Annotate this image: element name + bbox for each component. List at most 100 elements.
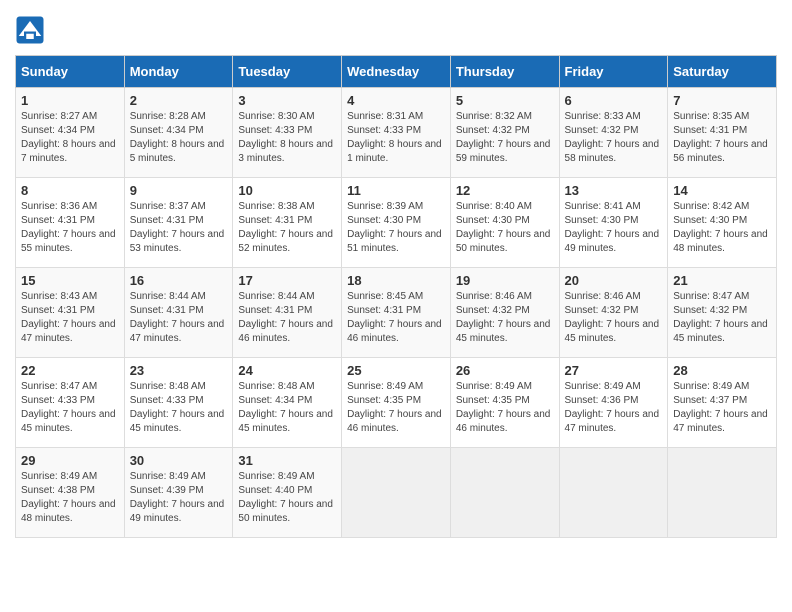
calendar-cell: 5 Sunrise: 8:32 AMSunset: 4:32 PMDayligh… bbox=[450, 88, 559, 178]
calendar-cell: 3 Sunrise: 8:30 AMSunset: 4:33 PMDayligh… bbox=[233, 88, 342, 178]
weekday-header-thursday: Thursday bbox=[450, 56, 559, 88]
day-info: Sunrise: 8:49 AMSunset: 4:38 PMDaylight:… bbox=[21, 471, 116, 524]
calendar-cell: 25 Sunrise: 8:49 AMSunset: 4:35 PMDaylig… bbox=[342, 358, 451, 448]
day-number: 29 bbox=[21, 453, 119, 468]
calendar-cell: 28 Sunrise: 8:49 AMSunset: 4:37 PMDaylig… bbox=[668, 358, 777, 448]
day-number: 27 bbox=[565, 363, 663, 378]
day-number: 6 bbox=[565, 93, 663, 108]
weekday-header-wednesday: Wednesday bbox=[342, 56, 451, 88]
day-info: Sunrise: 8:49 AMSunset: 4:36 PMDaylight:… bbox=[565, 381, 660, 434]
day-info: Sunrise: 8:31 AMSunset: 4:33 PMDaylight:… bbox=[347, 111, 442, 164]
day-info: Sunrise: 8:47 AMSunset: 4:33 PMDaylight:… bbox=[21, 381, 116, 434]
calendar-cell: 17 Sunrise: 8:44 AMSunset: 4:31 PMDaylig… bbox=[233, 268, 342, 358]
day-info: Sunrise: 8:47 AMSunset: 4:32 PMDaylight:… bbox=[673, 291, 768, 344]
day-number: 23 bbox=[130, 363, 228, 378]
logo-icon bbox=[15, 15, 45, 45]
day-info: Sunrise: 8:33 AMSunset: 4:32 PMDaylight:… bbox=[565, 111, 660, 164]
day-number: 14 bbox=[673, 183, 771, 198]
day-info: Sunrise: 8:35 AMSunset: 4:31 PMDaylight:… bbox=[673, 111, 768, 164]
day-number: 28 bbox=[673, 363, 771, 378]
day-number: 9 bbox=[130, 183, 228, 198]
calendar-cell: 13 Sunrise: 8:41 AMSunset: 4:30 PMDaylig… bbox=[559, 178, 668, 268]
day-number: 31 bbox=[238, 453, 336, 468]
day-number: 12 bbox=[456, 183, 554, 198]
day-number: 8 bbox=[21, 183, 119, 198]
day-number: 19 bbox=[456, 273, 554, 288]
day-info: Sunrise: 8:45 AMSunset: 4:31 PMDaylight:… bbox=[347, 291, 442, 344]
day-info: Sunrise: 8:41 AMSunset: 4:30 PMDaylight:… bbox=[565, 201, 660, 254]
day-info: Sunrise: 8:39 AMSunset: 4:30 PMDaylight:… bbox=[347, 201, 442, 254]
calendar-cell: 12 Sunrise: 8:40 AMSunset: 4:30 PMDaylig… bbox=[450, 178, 559, 268]
day-info: Sunrise: 8:27 AMSunset: 4:34 PMDaylight:… bbox=[21, 111, 116, 164]
weekday-header-saturday: Saturday bbox=[668, 56, 777, 88]
day-number: 25 bbox=[347, 363, 445, 378]
calendar-cell: 10 Sunrise: 8:38 AMSunset: 4:31 PMDaylig… bbox=[233, 178, 342, 268]
logo bbox=[15, 15, 49, 45]
day-info: Sunrise: 8:38 AMSunset: 4:31 PMDaylight:… bbox=[238, 201, 333, 254]
day-number: 21 bbox=[673, 273, 771, 288]
day-number: 4 bbox=[347, 93, 445, 108]
day-number: 3 bbox=[238, 93, 336, 108]
weekday-header-friday: Friday bbox=[559, 56, 668, 88]
day-number: 20 bbox=[565, 273, 663, 288]
day-number: 30 bbox=[130, 453, 228, 468]
calendar-cell: 14 Sunrise: 8:42 AMSunset: 4:30 PMDaylig… bbox=[668, 178, 777, 268]
calendar-cell: 6 Sunrise: 8:33 AMSunset: 4:32 PMDayligh… bbox=[559, 88, 668, 178]
day-number: 7 bbox=[673, 93, 771, 108]
day-number: 18 bbox=[347, 273, 445, 288]
calendar-cell: 29 Sunrise: 8:49 AMSunset: 4:38 PMDaylig… bbox=[16, 448, 125, 538]
calendar-cell: 15 Sunrise: 8:43 AMSunset: 4:31 PMDaylig… bbox=[16, 268, 125, 358]
calendar-table: SundayMondayTuesdayWednesdayThursdayFrid… bbox=[15, 55, 777, 538]
calendar-cell: 2 Sunrise: 8:28 AMSunset: 4:34 PMDayligh… bbox=[124, 88, 233, 178]
calendar-cell: 27 Sunrise: 8:49 AMSunset: 4:36 PMDaylig… bbox=[559, 358, 668, 448]
calendar-cell bbox=[450, 448, 559, 538]
calendar-cell: 9 Sunrise: 8:37 AMSunset: 4:31 PMDayligh… bbox=[124, 178, 233, 268]
calendar-cell: 7 Sunrise: 8:35 AMSunset: 4:31 PMDayligh… bbox=[668, 88, 777, 178]
day-number: 2 bbox=[130, 93, 228, 108]
day-number: 16 bbox=[130, 273, 228, 288]
calendar-cell: 31 Sunrise: 8:49 AMSunset: 4:40 PMDaylig… bbox=[233, 448, 342, 538]
weekday-header-monday: Monday bbox=[124, 56, 233, 88]
day-info: Sunrise: 8:49 AMSunset: 4:37 PMDaylight:… bbox=[673, 381, 768, 434]
calendar-cell: 11 Sunrise: 8:39 AMSunset: 4:30 PMDaylig… bbox=[342, 178, 451, 268]
calendar-cell: 16 Sunrise: 8:44 AMSunset: 4:31 PMDaylig… bbox=[124, 268, 233, 358]
calendar-cell bbox=[668, 448, 777, 538]
day-number: 22 bbox=[21, 363, 119, 378]
day-info: Sunrise: 8:43 AMSunset: 4:31 PMDaylight:… bbox=[21, 291, 116, 344]
calendar-cell: 1 Sunrise: 8:27 AMSunset: 4:34 PMDayligh… bbox=[16, 88, 125, 178]
calendar-cell: 19 Sunrise: 8:46 AMSunset: 4:32 PMDaylig… bbox=[450, 268, 559, 358]
week-row-5: 29 Sunrise: 8:49 AMSunset: 4:38 PMDaylig… bbox=[16, 448, 777, 538]
day-info: Sunrise: 8:30 AMSunset: 4:33 PMDaylight:… bbox=[238, 111, 333, 164]
day-info: Sunrise: 8:36 AMSunset: 4:31 PMDaylight:… bbox=[21, 201, 116, 254]
day-number: 11 bbox=[347, 183, 445, 198]
week-row-3: 15 Sunrise: 8:43 AMSunset: 4:31 PMDaylig… bbox=[16, 268, 777, 358]
day-number: 13 bbox=[565, 183, 663, 198]
calendar-cell: 22 Sunrise: 8:47 AMSunset: 4:33 PMDaylig… bbox=[16, 358, 125, 448]
calendar-cell: 20 Sunrise: 8:46 AMSunset: 4:32 PMDaylig… bbox=[559, 268, 668, 358]
day-number: 24 bbox=[238, 363, 336, 378]
calendar-cell: 4 Sunrise: 8:31 AMSunset: 4:33 PMDayligh… bbox=[342, 88, 451, 178]
day-number: 1 bbox=[21, 93, 119, 108]
week-row-2: 8 Sunrise: 8:36 AMSunset: 4:31 PMDayligh… bbox=[16, 178, 777, 268]
day-info: Sunrise: 8:49 AMSunset: 4:35 PMDaylight:… bbox=[456, 381, 551, 434]
day-number: 5 bbox=[456, 93, 554, 108]
day-info: Sunrise: 8:40 AMSunset: 4:30 PMDaylight:… bbox=[456, 201, 551, 254]
day-info: Sunrise: 8:46 AMSunset: 4:32 PMDaylight:… bbox=[565, 291, 660, 344]
weekday-header-row: SundayMondayTuesdayWednesdayThursdayFrid… bbox=[16, 56, 777, 88]
day-info: Sunrise: 8:49 AMSunset: 4:39 PMDaylight:… bbox=[130, 471, 225, 524]
day-info: Sunrise: 8:28 AMSunset: 4:34 PMDaylight:… bbox=[130, 111, 225, 164]
day-number: 26 bbox=[456, 363, 554, 378]
day-info: Sunrise: 8:48 AMSunset: 4:33 PMDaylight:… bbox=[130, 381, 225, 434]
calendar-cell: 26 Sunrise: 8:49 AMSunset: 4:35 PMDaylig… bbox=[450, 358, 559, 448]
calendar-cell: 23 Sunrise: 8:48 AMSunset: 4:33 PMDaylig… bbox=[124, 358, 233, 448]
calendar-cell: 21 Sunrise: 8:47 AMSunset: 4:32 PMDaylig… bbox=[668, 268, 777, 358]
calendar-cell: 18 Sunrise: 8:45 AMSunset: 4:31 PMDaylig… bbox=[342, 268, 451, 358]
calendar-cell bbox=[342, 448, 451, 538]
day-info: Sunrise: 8:44 AMSunset: 4:31 PMDaylight:… bbox=[130, 291, 225, 344]
day-info: Sunrise: 8:49 AMSunset: 4:35 PMDaylight:… bbox=[347, 381, 442, 434]
calendar-cell bbox=[559, 448, 668, 538]
day-number: 10 bbox=[238, 183, 336, 198]
day-info: Sunrise: 8:44 AMSunset: 4:31 PMDaylight:… bbox=[238, 291, 333, 344]
day-info: Sunrise: 8:32 AMSunset: 4:32 PMDaylight:… bbox=[456, 111, 551, 164]
calendar-cell: 8 Sunrise: 8:36 AMSunset: 4:31 PMDayligh… bbox=[16, 178, 125, 268]
